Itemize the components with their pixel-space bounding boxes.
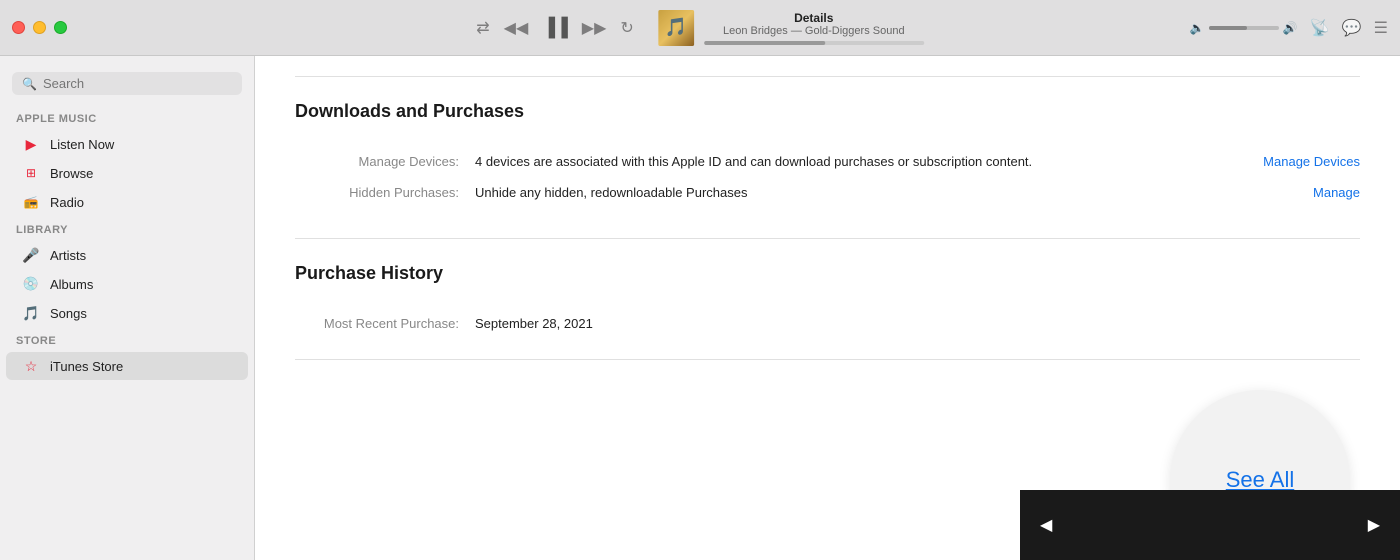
bottom-bar: ◀ ▶ — [1020, 490, 1400, 560]
album-art: 🎵 — [658, 10, 694, 46]
titlebar-right: 🔈 🔊 📡 💬 ☰ — [1190, 18, 1388, 38]
sidebar-item-label-albums: Albums — [50, 277, 93, 292]
manage-devices-value: 4 devices are associated with this Apple… — [475, 146, 1186, 177]
search-bar[interactable]: 🔍 — [12, 72, 242, 95]
maximize-button[interactable] — [54, 21, 67, 34]
manage-link[interactable]: Manage — [1313, 185, 1360, 200]
volume-high-icon: 🔊 — [1283, 21, 1298, 35]
sidebar-item-artists[interactable]: 🎤 Artists — [6, 241, 248, 269]
hidden-purchases-label: Hidden Purchases: — [295, 177, 475, 208]
sidebar-item-label-itunes-store: iTunes Store — [50, 359, 123, 374]
volume-control: 🔈 🔊 — [1190, 21, 1298, 35]
volume-low-icon: 🔈 — [1190, 21, 1205, 35]
traffic-lights — [12, 21, 67, 34]
sidebar-item-itunes-store[interactable]: ☆ iTunes Store — [6, 352, 248, 380]
content-inner: Downloads and Purchases Manage Devices: … — [255, 56, 1400, 404]
rewind-button[interactable]: ◀◀ — [504, 18, 529, 38]
manage-devices-link[interactable]: Manage Devices — [1263, 154, 1360, 169]
table-row-recent-purchase: Most Recent Purchase: September 28, 2021 — [295, 308, 1360, 339]
sidebar-item-listen-now[interactable]: ▶ Listen Now — [6, 130, 248, 158]
volume-slider[interactable] — [1209, 26, 1279, 30]
shuffle-button[interactable]: ⇄ — [476, 18, 489, 38]
sidebar-item-label-listen-now: Listen Now — [50, 137, 114, 152]
hidden-purchases-action[interactable]: Manage — [1186, 177, 1361, 208]
pause-button[interactable]: ▐▐ — [542, 17, 568, 38]
recent-purchase-action — [1136, 308, 1360, 339]
repeat-button[interactable]: ↻ — [620, 18, 633, 38]
minimize-button[interactable] — [33, 21, 46, 34]
artists-icon: 🎤 — [22, 246, 40, 264]
section-title-downloads: Downloads and Purchases — [295, 101, 1360, 122]
manage-devices-label: Manage Devices: — [295, 146, 475, 177]
menu-button[interactable]: ☰ — [1374, 18, 1388, 38]
sidebar-item-albums[interactable]: 💿 Albums — [6, 270, 248, 298]
titlebar-center: ⇄ ◀◀ ▐▐ ▶▶ ↻ 🎵 Details Leon Bridges — Go… — [476, 10, 924, 46]
lyrics-button[interactable]: 💬 — [1342, 18, 1362, 38]
albums-icon: 💿 — [22, 275, 40, 293]
player-controls: ⇄ ◀◀ ▐▐ ▶▶ ↻ — [476, 17, 634, 38]
search-input[interactable] — [43, 76, 232, 91]
sidebar-item-browse[interactable]: ⊞ Browse — [6, 159, 248, 187]
main-layout: 🔍 Apple Music ▶ Listen Now ⊞ Browse 📻 Ra… — [0, 56, 1400, 560]
table-row-manage-devices: Manage Devices: 4 devices are associated… — [295, 146, 1360, 177]
section-label-store: Store — [0, 331, 254, 351]
radio-icon: 📻 — [22, 193, 40, 211]
track-info: Details Leon Bridges — Gold-Diggers Soun… — [704, 11, 924, 45]
section-label-library: Library — [0, 220, 254, 240]
manage-devices-action[interactable]: Manage Devices — [1186, 146, 1361, 177]
section-title-purchase-history: Purchase History — [295, 263, 1360, 284]
songs-icon: 🎵 — [22, 304, 40, 322]
mid-divider — [295, 238, 1360, 239]
table-row-hidden-purchases: Hidden Purchases: Unhide any hidden, red… — [295, 177, 1360, 208]
titlebar: ⇄ ◀◀ ▐▐ ▶▶ ↻ 🎵 Details Leon Bridges — Go… — [0, 0, 1400, 56]
track-artist-song: Leon Bridges — Gold-Diggers Sound — [723, 25, 905, 37]
track-title: Details — [794, 11, 833, 25]
airplay-button[interactable]: 📡 — [1310, 18, 1330, 38]
downloads-table: Manage Devices: 4 devices are associated… — [295, 146, 1360, 208]
progress-fill — [704, 41, 825, 45]
progress-bar[interactable] — [704, 41, 924, 45]
browse-icon: ⊞ — [22, 164, 40, 182]
bottom-divider — [295, 359, 1360, 360]
sidebar-item-label-radio: Radio — [50, 195, 84, 210]
sidebar-item-label-artists: Artists — [50, 248, 86, 263]
listen-now-icon: ▶ — [22, 135, 40, 153]
bottom-bar-right-arrow[interactable]: ▶ — [1368, 515, 1380, 535]
purchase-history-table: Most Recent Purchase: September 28, 2021 — [295, 308, 1360, 339]
recent-purchase-value: September 28, 2021 — [475, 308, 1136, 339]
itunes-store-icon: ☆ — [22, 357, 40, 375]
content-area: Downloads and Purchases Manage Devices: … — [255, 56, 1400, 560]
close-button[interactable] — [12, 21, 25, 34]
bottom-bar-left-arrow[interactable]: ◀ — [1040, 515, 1052, 535]
sidebar-item-label-browse: Browse — [50, 166, 93, 181]
volume-fill — [1209, 26, 1248, 30]
section-label-apple-music: Apple Music — [0, 109, 254, 129]
sidebar-item-radio[interactable]: 📻 Radio — [6, 188, 248, 216]
sidebar-item-songs[interactable]: 🎵 Songs — [6, 299, 248, 327]
forward-button[interactable]: ▶▶ — [582, 18, 607, 38]
sidebar-item-label-songs: Songs — [50, 306, 87, 321]
hidden-purchases-value: Unhide any hidden, redownloadable Purcha… — [475, 177, 1186, 208]
top-divider — [295, 76, 1360, 77]
search-icon: 🔍 — [22, 77, 37, 91]
sidebar: 🔍 Apple Music ▶ Listen Now ⊞ Browse 📻 Ra… — [0, 56, 255, 560]
recent-purchase-label: Most Recent Purchase: — [295, 308, 475, 339]
